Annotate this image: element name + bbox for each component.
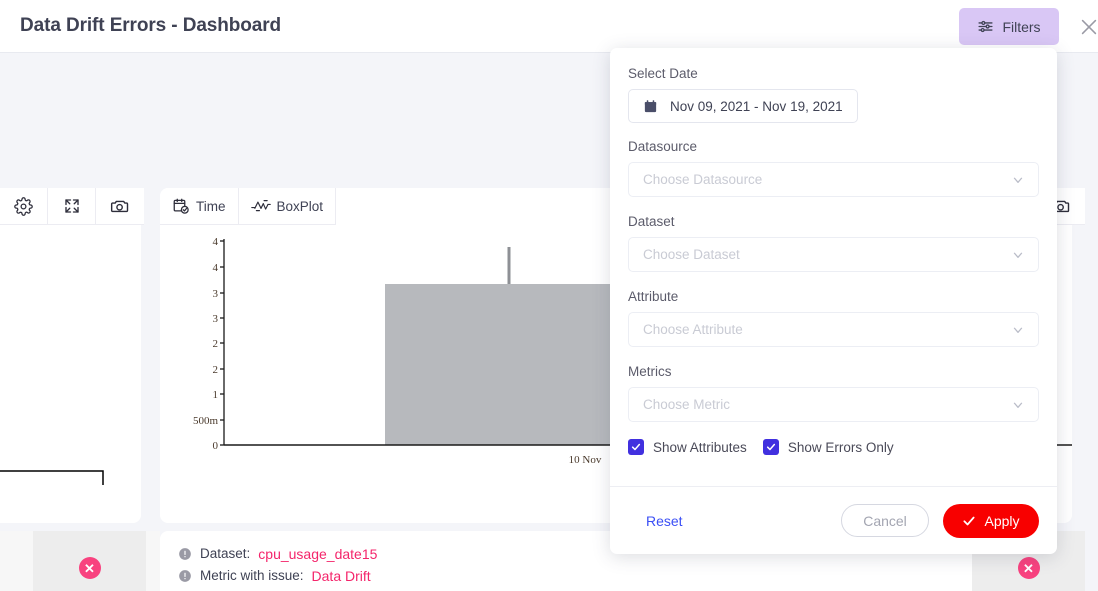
screenshot-button[interactable] (96, 188, 144, 225)
tab-time[interactable]: Time (160, 188, 239, 225)
show-attributes-checkbox[interactable]: Show Attributes (628, 439, 747, 455)
gear-icon (14, 197, 33, 216)
calendar-icon (643, 99, 658, 114)
apply-button[interactable]: Apply (943, 504, 1039, 538)
expand-icon (63, 197, 81, 215)
filters-button[interactable]: Filters (959, 8, 1059, 45)
threshold-strip-left (0, 531, 33, 591)
left-chart-plot (0, 225, 141, 523)
info-value-metric: Data Drift (312, 568, 371, 584)
threshold-tile-left[interactable]: ✕ Threshold (33, 531, 146, 591)
attribute-label: Attribute (628, 289, 1039, 304)
tab-time-label: Time (196, 199, 226, 214)
metrics-label: Metrics (628, 364, 1039, 379)
attribute-select[interactable]: Choose Attribute (628, 312, 1039, 347)
info-value-dataset: cpu_usage_date15 (258, 546, 377, 562)
dataset-label: Dataset (628, 214, 1039, 229)
svg-text:2: 2 (213, 338, 219, 350)
chevron-down-icon (1011, 248, 1025, 262)
dataset-select[interactable]: Choose Dataset (628, 237, 1039, 272)
left-card-toolbar (0, 188, 144, 225)
svg-text:3: 3 (213, 288, 219, 300)
show-errors-only-label: Show Errors Only (788, 440, 894, 455)
info-icon (178, 569, 192, 583)
camera-icon (110, 196, 130, 216)
checkbox-checked-icon (763, 439, 779, 455)
svg-text:4: 4 (213, 262, 219, 274)
close-icon[interactable] (1078, 16, 1098, 38)
filters-button-label: Filters (1002, 19, 1040, 35)
svg-text:2: 2 (213, 364, 219, 376)
check-icon (962, 514, 976, 528)
reset-button[interactable]: Reset (646, 513, 683, 529)
date-range-picker[interactable]: Nov 09, 2021 - Nov 19, 2021 (628, 89, 858, 123)
tab-boxplot-label: BoxPlot (277, 199, 324, 214)
attribute-placeholder: Choose Attribute (643, 322, 743, 337)
dashboard-app: Data Drift Errors - Dashboard Filters (0, 0, 1098, 591)
info-row-datasource: Datasource: Stor (178, 587, 1054, 591)
checkbox-checked-icon (628, 439, 644, 455)
page-title: Data Drift Errors - Dashboard (20, 15, 281, 37)
svg-text:1: 1 (213, 389, 219, 401)
datasource-label: Datasource (628, 139, 1039, 154)
panel-actions: Reset Cancel Apply (610, 487, 1057, 554)
fullscreen-button[interactable] (48, 188, 96, 225)
datasource-placeholder: Choose Datasource (643, 172, 762, 187)
error-circle-icon: ✕ (79, 557, 101, 579)
show-attributes-label: Show Attributes (653, 440, 747, 455)
sliders-icon (977, 18, 994, 35)
info-label-dataset: Dataset: (200, 546, 250, 561)
metrics-placeholder: Choose Metric (643, 397, 730, 412)
calendar-check-icon (172, 197, 190, 215)
chevron-down-icon (1011, 173, 1025, 187)
tab-boxplot[interactable]: BoxPlot (239, 188, 337, 225)
info-row-metric: Metric with issue: Data Drift (178, 565, 1054, 586)
select-date-label: Select Date (628, 66, 1039, 81)
info-icon (178, 547, 192, 561)
svg-text:10 Nov: 10 Nov (569, 454, 602, 466)
chevron-down-icon (1011, 398, 1025, 412)
show-errors-only-checkbox[interactable]: Show Errors Only (763, 439, 894, 455)
date-range-value: Nov 09, 2021 - Nov 19, 2021 (670, 99, 843, 114)
filter-checkboxes: Show Attributes Show Errors Only (628, 439, 1039, 455)
settings-button[interactable] (0, 188, 48, 225)
chevron-down-icon (1011, 323, 1025, 337)
info-label-metric: Metric with issue: (200, 568, 304, 583)
boxplot-icon (251, 197, 271, 215)
main-card-toolbar: Time BoxPlot (160, 188, 336, 225)
svg-text:500m: 500m (193, 415, 219, 427)
app-header: Data Drift Errors - Dashboard Filters (0, 0, 1098, 53)
metrics-select[interactable]: Choose Metric (628, 387, 1039, 422)
datasource-select[interactable]: Choose Datasource (628, 162, 1039, 197)
filters-panel: Select Date Nov 09, 2021 - Nov 19, 2021 … (610, 48, 1057, 554)
cancel-button[interactable]: Cancel (841, 504, 929, 537)
error-circle-icon: ✕ (1018, 557, 1040, 579)
left-chart-card (0, 188, 141, 523)
dataset-placeholder: Choose Dataset (643, 247, 740, 262)
apply-button-label: Apply (984, 513, 1019, 529)
threshold-strip-gap (146, 531, 160, 591)
svg-text:4: 4 (213, 236, 219, 248)
svg-text:3: 3 (213, 313, 219, 325)
svg-text:0: 0 (213, 440, 219, 452)
